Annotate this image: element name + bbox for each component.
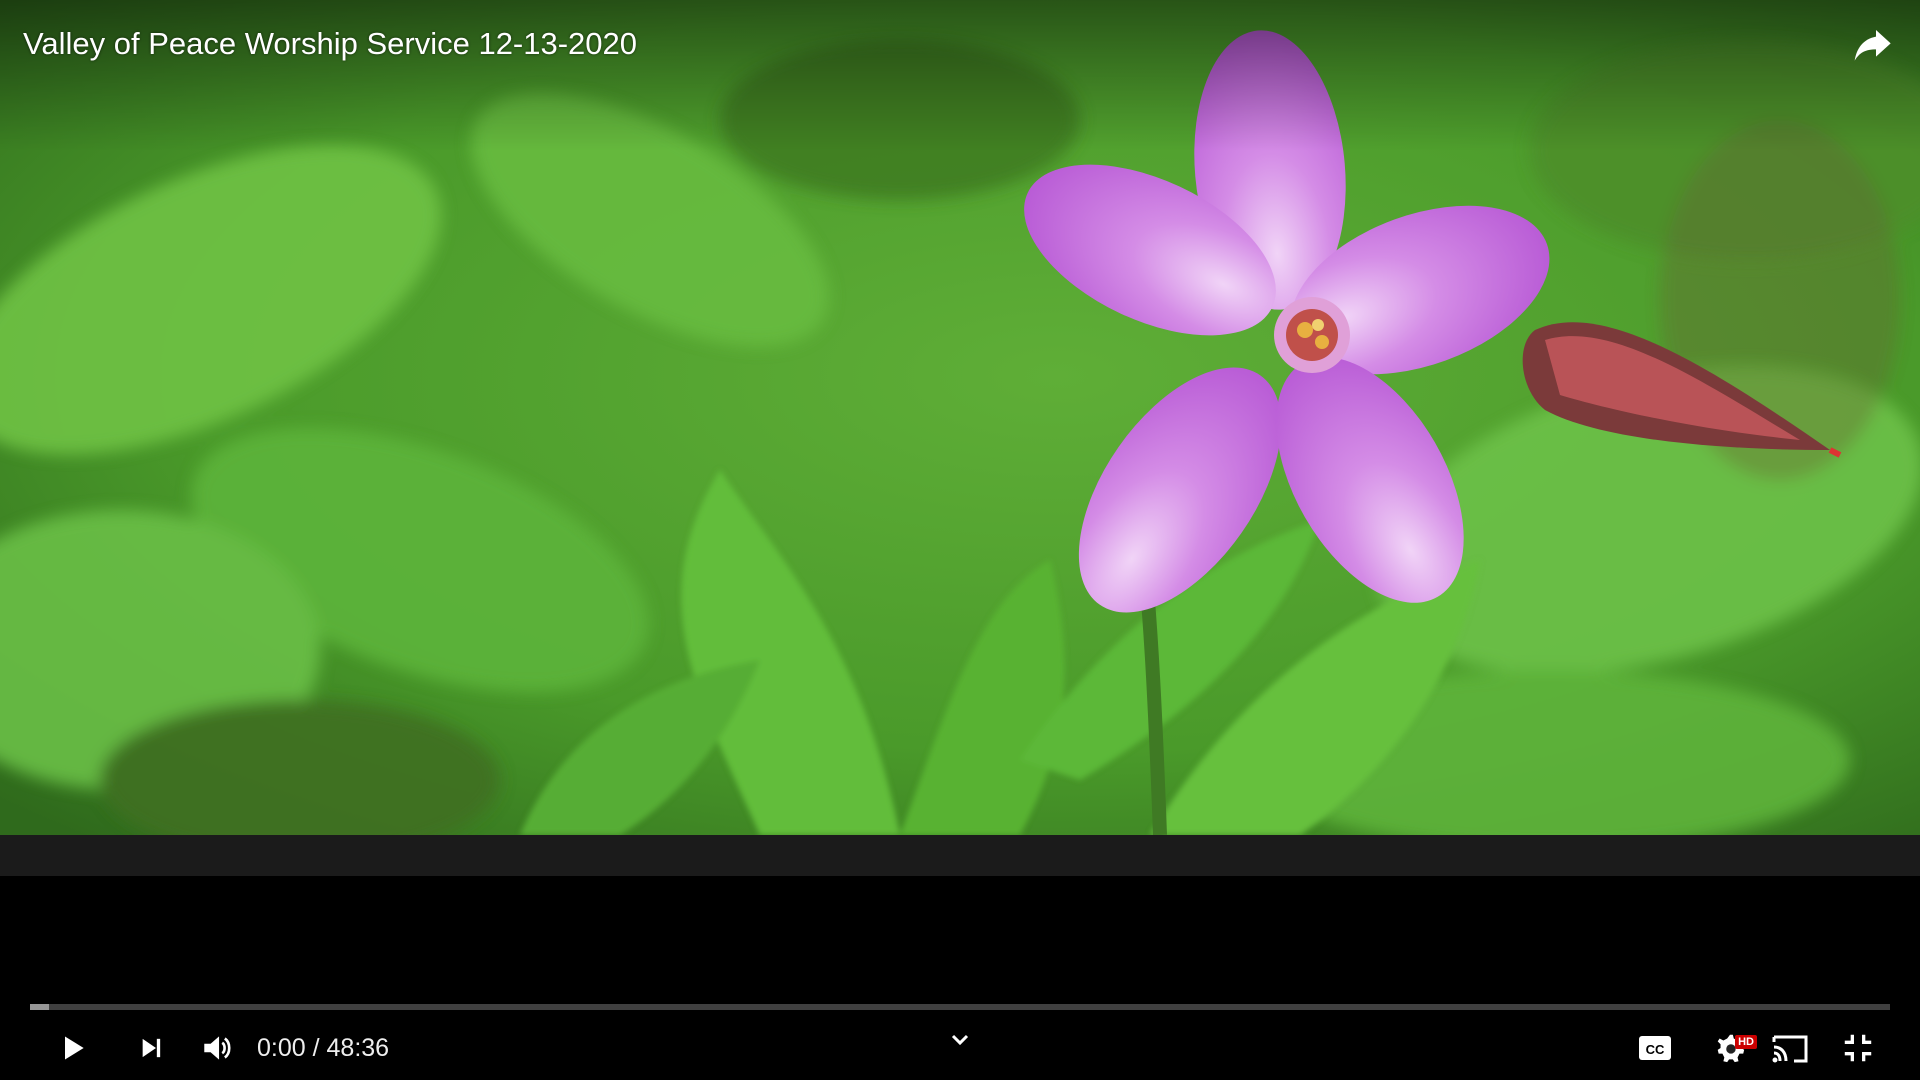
- exit-fullscreen-icon: [1844, 1034, 1872, 1062]
- volume-button[interactable]: [193, 1020, 243, 1076]
- share-icon: [1854, 30, 1891, 61]
- current-time: 0:00: [257, 1033, 306, 1062]
- video-frame[interactable]: [0, 0, 1920, 835]
- chevron-down-icon: [951, 1034, 969, 1046]
- video-letterbox-band: [0, 835, 1920, 876]
- exit-fullscreen-button[interactable]: [1830, 1020, 1886, 1076]
- video-player[interactable]: Valley of Peace Worship Service 12-13-20…: [0, 0, 1920, 1080]
- captions-button[interactable]: CC: [1630, 1020, 1680, 1076]
- video-title[interactable]: Valley of Peace Worship Service 12-13-20…: [23, 22, 637, 66]
- volume-icon: [204, 1036, 231, 1060]
- settings-button[interactable]: HD: [1700, 1020, 1760, 1076]
- hd-badge: HD: [1735, 1035, 1757, 1049]
- duration: 48:36: [326, 1033, 390, 1062]
- next-button[interactable]: [126, 1020, 176, 1076]
- video-scene-image: [0, 0, 1920, 835]
- play-icon: [65, 1036, 84, 1060]
- cast-icon: [1772, 1035, 1808, 1063]
- next-icon: [142, 1038, 161, 1058]
- cast-button[interactable]: [1762, 1020, 1818, 1076]
- progress-loaded: [30, 1004, 49, 1010]
- captions-icon: CC: [1639, 1036, 1671, 1060]
- svg-text:CC: CC: [1646, 1042, 1665, 1057]
- play-button[interactable]: [48, 1020, 98, 1076]
- share-button[interactable]: [1848, 22, 1896, 70]
- time-display: 0:00 / 48:36: [257, 1020, 389, 1076]
- time-separator: /: [305, 1033, 327, 1062]
- progress-bar[interactable]: [30, 1004, 1890, 1010]
- chevron-down-button[interactable]: [946, 1026, 974, 1054]
